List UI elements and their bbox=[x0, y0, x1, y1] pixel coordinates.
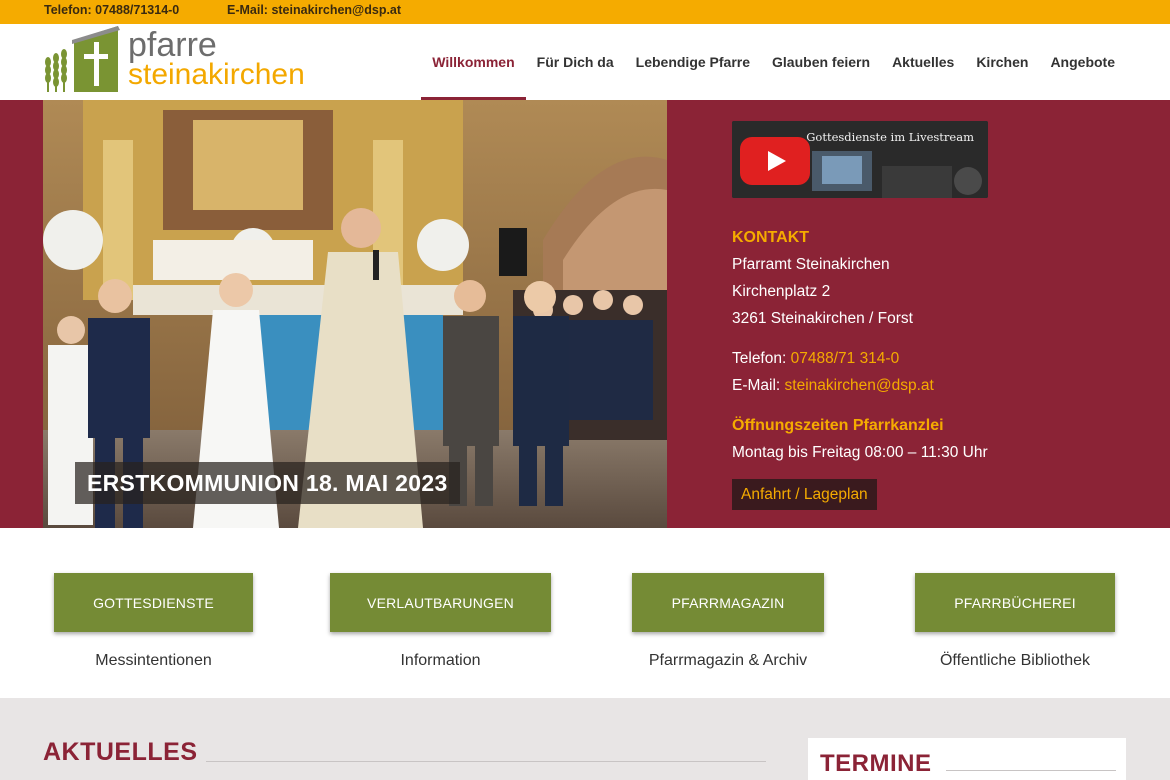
aktuelles-divider bbox=[206, 761, 766, 762]
contact-street: Kirchenplatz 2 bbox=[732, 283, 831, 300]
nav-item-kirchen[interactable]: Kirchen bbox=[965, 24, 1039, 100]
verlautbarungen-button[interactable]: VERLAUTBARUNGEN bbox=[330, 573, 551, 632]
logo-text-steinakirchen: steinakirchen bbox=[128, 58, 305, 91]
contact-email-row: E-Mail: steinakirchen@dsp.at bbox=[732, 377, 934, 395]
site-header: pfarre steinakirchen Willkommen Für Dich… bbox=[0, 24, 1170, 100]
contact-name: Pfarramt Steinakirchen bbox=[732, 256, 890, 273]
topbar-phone[interactable]: Telefon: 07488/71314-0 bbox=[44, 3, 179, 17]
termine-widget: TERMINE bbox=[808, 738, 1126, 780]
topbar-email[interactable]: E-Mail: steinakirchen@dsp.at bbox=[227, 3, 401, 17]
quick-links-section: GOTTESDIENSTE Messintentionen VERLAUTBAR… bbox=[0, 528, 1170, 698]
termine-heading: TERMINE bbox=[820, 750, 932, 777]
youtube-play-icon bbox=[740, 137, 810, 185]
nav-item-willkommen[interactable]: Willkommen bbox=[421, 24, 526, 100]
pfarrmagazin-subtitle: Pfarrmagazin & Archiv bbox=[648, 652, 808, 669]
office-hours: Montag bis Freitag 08:00 – 11:30 Uhr bbox=[732, 444, 988, 461]
nav-item-glauben-feiern[interactable]: Glauben feiern bbox=[761, 24, 881, 100]
content-section: AKTUELLES TERMINE bbox=[0, 698, 1170, 780]
hero-section: ERSTKOMMUNION 18. MAI 2023 Gottesdienste… bbox=[0, 100, 1170, 528]
nav-item-aktuelles[interactable]: Aktuelles bbox=[881, 24, 965, 100]
nav-item-angebote[interactable]: Angebote bbox=[1039, 24, 1126, 100]
pfarrbuecherei-button[interactable]: PFARRBÜCHEREI bbox=[915, 573, 1115, 632]
contact-city: 3261 Steinakirchen / Forst bbox=[732, 310, 913, 327]
contact-email-label: E-Mail: bbox=[732, 377, 785, 394]
pfarrmagazin-button[interactable]: PFARRMAGAZIN bbox=[632, 573, 824, 632]
gottesdienste-subtitle: Messintentionen bbox=[95, 652, 212, 669]
gottesdienste-button[interactable]: GOTTESDIENSTE bbox=[54, 573, 253, 632]
directions-map-button[interactable]: Anfahrt / Lageplan bbox=[732, 479, 877, 510]
verlautbarungen-subtitle: Information bbox=[400, 652, 481, 669]
termine-divider bbox=[946, 770, 1116, 771]
hero-caption: ERSTKOMMUNION 18. MAI 2023 bbox=[75, 462, 460, 504]
nav-item-fuer-dich-da[interactable]: Für Dich da bbox=[526, 24, 625, 100]
office-hours-heading: Öffnungszeiten Pfarrkanzlei bbox=[732, 417, 944, 434]
top-contact-bar: Telefon: 07488/71314-0 E-Mail: steinakir… bbox=[0, 0, 1170, 24]
contact-heading: KONTAKT bbox=[732, 229, 810, 246]
livestream-label: Gottesdienste im Livestream bbox=[806, 130, 974, 144]
contact-email-link[interactable]: steinakirchen@dsp.at bbox=[785, 377, 934, 394]
pfarrbuecherei-subtitle: Öffentliche Bibliothek bbox=[939, 652, 1090, 669]
contact-phone-label: Telefon: bbox=[732, 350, 791, 367]
contact-phone-row: Telefon: 07488/71 314-0 bbox=[732, 350, 899, 368]
logo-church-icon bbox=[45, 26, 120, 92]
nav-item-lebendige-pfarre[interactable]: Lebendige Pfarre bbox=[625, 24, 761, 100]
site-logo[interactable]: pfarre steinakirchen bbox=[42, 26, 332, 96]
aktuelles-heading: AKTUELLES bbox=[43, 738, 198, 766]
main-nav: Willkommen Für Dich da Lebendige Pfarre … bbox=[421, 24, 1126, 100]
contact-phone-link[interactable]: 07488/71 314-0 bbox=[791, 350, 900, 367]
livestream-banner[interactable]: Gottesdienste im Livestream bbox=[732, 121, 988, 198]
